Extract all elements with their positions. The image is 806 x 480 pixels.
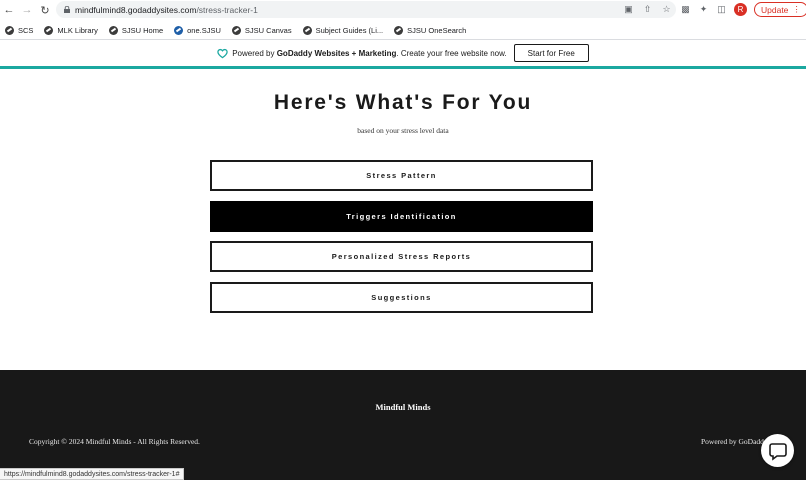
- site-footer: Mindful Minds Copyright © 2024 Mindful M…: [0, 370, 806, 480]
- bookmark-one-sjsu[interactable]: one.SJSU: [174, 26, 221, 35]
- url-host: mindfulmind8.godaddysites.com: [75, 4, 197, 15]
- bookmark-label: Subject Guides (Li...: [315, 26, 384, 35]
- sjsu-icon: [174, 26, 184, 35]
- footer-powered-by[interactable]: Powered by GoDaddy: [701, 437, 768, 446]
- page-title: Here's What's For You: [273, 91, 533, 114]
- reading-list-icon[interactable]: ▩: [680, 4, 691, 15]
- bookmark-sjsu-onesearch[interactable]: SJSU OneSearch: [394, 26, 466, 35]
- extensions-puzzle-icon[interactable]: ✦: [698, 4, 709, 15]
- reload-icon[interactable]: ↻: [36, 0, 54, 20]
- bookmark-label: SJSU Canvas: [244, 26, 292, 35]
- share-icon[interactable]: ⇧: [642, 4, 653, 15]
- chat-button[interactable]: [761, 434, 794, 467]
- browser-toolbar: ← → ↻ mindfulmind8.godaddysites.com/stre…: [0, 0, 806, 20]
- globe-icon: [5, 26, 14, 35]
- globe-icon: [44, 26, 54, 35]
- bookmark-label: one.SJSU: [187, 26, 221, 35]
- bookmark-star-icon[interactable]: ☆: [661, 4, 672, 15]
- address-bar[interactable]: mindfulmind8.godaddysites.com/stress-tra…: [56, 1, 676, 18]
- godaddy-banner: Powered by GoDaddy Websites + Marketing.…: [0, 40, 806, 66]
- forward-arrow-icon[interactable]: →: [18, 0, 36, 20]
- profile-avatar[interactable]: R: [734, 3, 747, 16]
- triggers-identification-button[interactable]: Triggers Identification: [210, 201, 593, 232]
- status-bar-url: https://mindfulmind8.godaddysites.com/st…: [0, 468, 185, 480]
- footer-brand: Mindful Minds: [375, 402, 431, 412]
- bookmark-label: SJSU Home: [121, 26, 164, 35]
- banner-brand: GoDaddy Websites + Marketing: [276, 48, 397, 58]
- banner-suffix: . Create your free website now.: [396, 48, 507, 58]
- update-button[interactable]: Update ⋮: [754, 2, 806, 17]
- stress-pattern-button[interactable]: Stress Pattern: [210, 160, 593, 191]
- personalized-stress-reports-button[interactable]: Personalized Stress Reports: [210, 241, 593, 272]
- main-content: Here's What's For You based on your stre…: [0, 69, 806, 370]
- globe-icon: [394, 26, 404, 35]
- bookmark-scs[interactable]: SCS: [5, 26, 33, 35]
- side-panel-icon[interactable]: ◫: [716, 4, 727, 15]
- bookmark-label: SCS: [18, 26, 34, 35]
- chat-bubble-icon: [768, 442, 787, 461]
- godaddy-heart-icon: [217, 48, 228, 58]
- bookmark-label: MLK Library: [57, 26, 98, 35]
- start-for-free-button[interactable]: Start for Free: [513, 44, 589, 62]
- url-path: /stress-tracker-1: [196, 4, 258, 15]
- bookmark-subject-guides[interactable]: Subject Guides (Li...: [302, 26, 384, 35]
- globe-icon: [108, 26, 118, 35]
- lock-icon: [64, 6, 70, 13]
- bookmark-label: SJSU OneSearch: [407, 26, 467, 35]
- back-arrow-icon[interactable]: ←: [0, 0, 18, 20]
- globe-icon: [302, 26, 312, 35]
- bookmark-mlk-library[interactable]: MLK Library: [44, 26, 98, 35]
- footer-copyright: Copyright © 2024 Mindful Minds - All Rig…: [29, 437, 200, 446]
- page-subtitle: based on your stress level data: [357, 126, 449, 135]
- update-label: Update: [761, 4, 789, 15]
- bookmark-sjsu-canvas[interactable]: SJSU Canvas: [231, 26, 292, 35]
- globe-icon: [231, 26, 241, 35]
- banner-prefix: Powered by: [232, 48, 275, 58]
- bookmarks-bar: SCS MLK Library SJSU Home one.SJSU SJSU …: [0, 22, 806, 39]
- install-icon[interactable]: ▣: [623, 4, 634, 15]
- suggestions-button[interactable]: Suggestions: [210, 282, 593, 313]
- bookmark-sjsu-home[interactable]: SJSU Home: [108, 26, 164, 35]
- more-menu-icon: ⋮: [792, 4, 801, 14]
